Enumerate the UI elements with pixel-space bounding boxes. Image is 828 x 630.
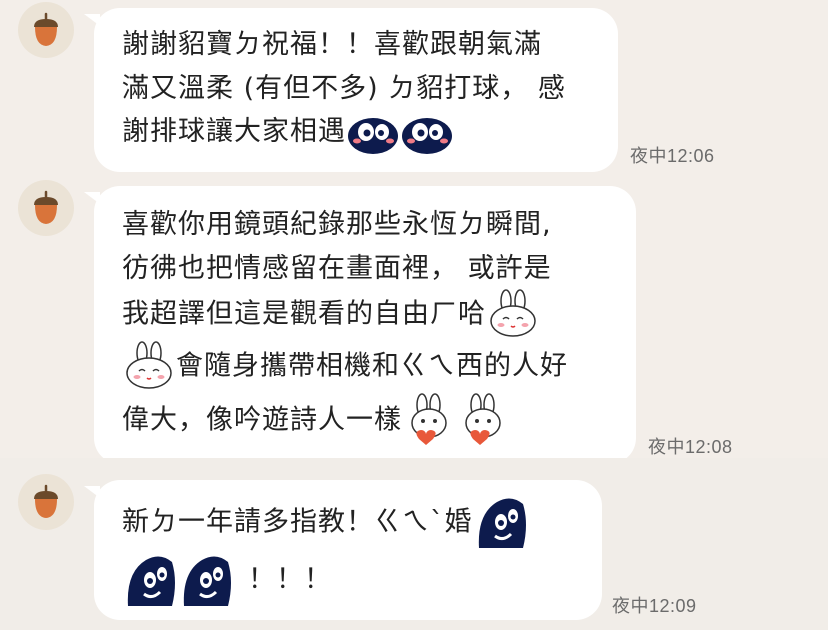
bunny-heart-sticker	[456, 393, 510, 447]
bunny-sticker	[486, 289, 540, 339]
bunny-heart-sticker	[402, 393, 456, 447]
message-timestamp: 夜中12:08	[648, 437, 733, 457]
bunny-sticker	[122, 341, 176, 391]
message-line: 喜歡你用鏡頭紀錄那些永恆ㄉ瞬間,	[122, 208, 552, 240]
message-line: 滿又溫柔 (有但不多) ㄉ貂打球， 感	[122, 72, 566, 104]
avatar[interactable]	[18, 180, 74, 236]
message-bubble[interactable]: 喜歡你用鏡頭紀錄那些永恆ㄉ瞬間, 彷彿也把情感留在畫面裡， 或許是 我超譯但這是…	[84, 186, 636, 464]
acorn-icon	[34, 12, 58, 46]
acorn-icon	[34, 190, 58, 224]
avatar[interactable]	[18, 2, 74, 58]
penguin-sticker	[472, 494, 529, 550]
message-line: 謝謝貂寶ㄉ祝福！！喜歡跟朝氣滿	[122, 28, 542, 60]
penguin-sticker	[400, 109, 454, 154]
bubble-tail	[84, 14, 100, 26]
message-bubble[interactable]: 謝謝貂寶ㄉ祝福！！喜歡跟朝氣滿 滿又溫柔 (有但不多) ㄉ貂打球， 感 謝排球讓…	[84, 8, 618, 172]
message-bubble[interactable]: 新ㄉ一年請多指教！ㄍㄟˋ婚 ！！！	[84, 480, 602, 620]
message-timestamp: 夜中12:06	[630, 146, 715, 166]
penguin-sticker	[178, 552, 234, 608]
message-line: 新ㄉ一年請多指教！ㄍㄟˋ婚	[122, 494, 578, 552]
penguin-sticker	[346, 109, 400, 154]
message-line: 我超譯但這是觀看的自由ㄏ哈	[122, 289, 612, 341]
message-line: 謝排球讓大家相遇	[122, 109, 594, 154]
message-timestamp: 夜中12:09	[612, 596, 697, 616]
bubble-tail	[84, 486, 100, 498]
message-line: 彷彿也把情感留在畫面裡， 或許是	[122, 252, 552, 284]
message-line: 會隨身攜帶相機和ㄍㄟ西的人好	[122, 341, 612, 393]
message-line: ！！！	[122, 552, 578, 610]
acorn-icon	[34, 484, 58, 518]
avatar[interactable]	[18, 474, 74, 530]
bubble-tail	[84, 192, 100, 204]
message-line: 偉大，像吟遊詩人一樣	[122, 393, 612, 449]
penguin-sticker	[122, 552, 178, 608]
